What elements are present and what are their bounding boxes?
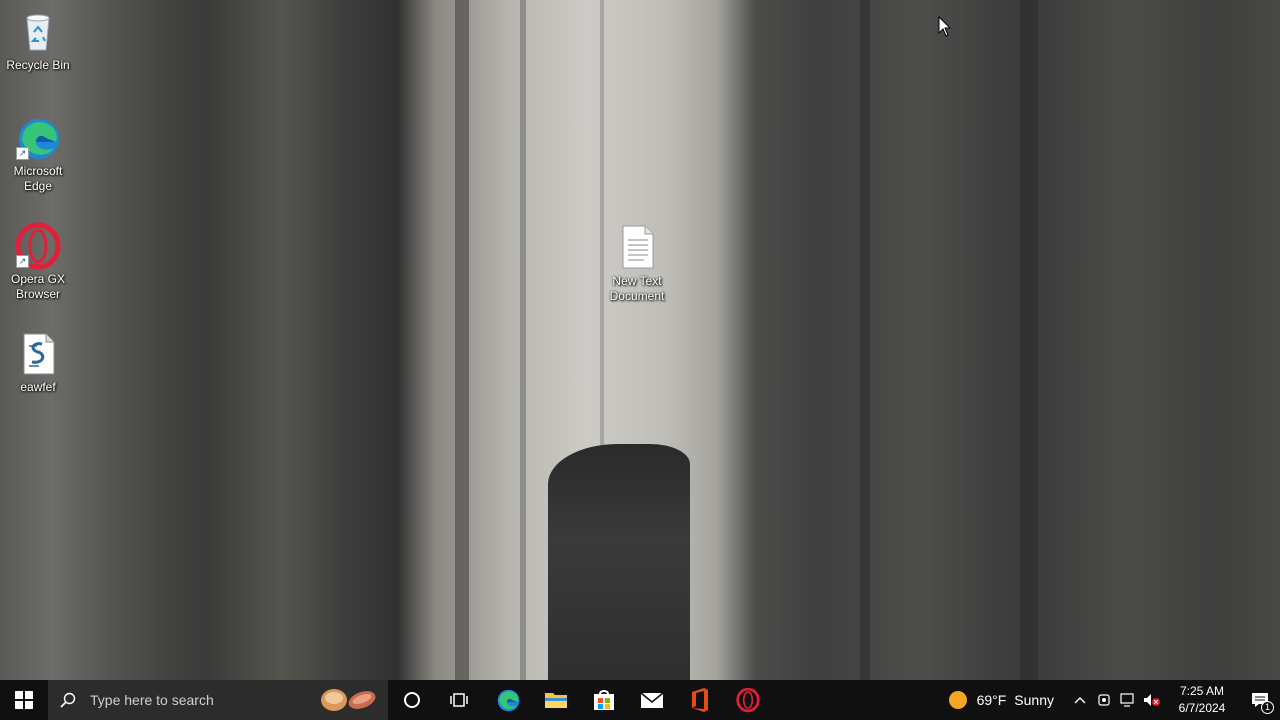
weather-widget[interactable]: 69°F Sunny bbox=[941, 691, 1062, 709]
recycle-bin-icon bbox=[14, 8, 62, 56]
rock-crack bbox=[860, 0, 870, 680]
chevron-up-icon bbox=[1074, 697, 1086, 704]
shortcut-arrow-icon: ↗ bbox=[16, 255, 29, 268]
desktop-icon-label: Opera GX Browser bbox=[10, 272, 66, 301]
opera-gx-icon: ↗ bbox=[14, 222, 62, 270]
volume-muted-icon bbox=[1144, 694, 1160, 706]
rock-outcrop bbox=[548, 444, 690, 680]
shortcut-arrow-icon: ↗ bbox=[16, 147, 29, 160]
office-icon bbox=[692, 688, 708, 712]
text-document-icon bbox=[613, 224, 661, 272]
weather-temp: 69°F bbox=[976, 692, 1007, 708]
desktop-icon-recycle-bin[interactable]: Recycle Bin bbox=[0, 8, 76, 73]
taskbar-opera-gx-button[interactable] bbox=[724, 680, 772, 720]
clock-time: 7:25 AM bbox=[1179, 684, 1225, 698]
opera-gx-icon bbox=[736, 687, 760, 713]
desktop-icon-label: eawfef bbox=[20, 380, 56, 394]
task-view-button[interactable] bbox=[436, 680, 484, 720]
taskbar-clock[interactable]: 7:25 AM 6/7/2024 bbox=[1164, 683, 1240, 717]
show-hidden-icons-button[interactable] bbox=[1068, 680, 1092, 720]
cortana-button[interactable] bbox=[388, 680, 436, 720]
desktop-icon-edge[interactable]: ↗ Microsoft Edge bbox=[0, 114, 76, 194]
folder-icon bbox=[545, 693, 567, 708]
network-icon bbox=[1120, 693, 1134, 707]
task-view-icon bbox=[450, 693, 468, 707]
script-file-icon bbox=[14, 330, 62, 378]
taskbar-office-button[interactable] bbox=[676, 680, 724, 720]
desktop-wallpaper bbox=[0, 0, 1280, 680]
search-input[interactable] bbox=[88, 691, 312, 709]
system-tray: 69°F Sunny 7:25 AM 6/7/2024 1 bbox=[941, 680, 1280, 720]
store-bag-icon bbox=[594, 690, 614, 710]
notification-count-badge: 1 bbox=[1261, 701, 1274, 714]
network-button[interactable] bbox=[1116, 680, 1140, 720]
meet-now-button[interactable] bbox=[1092, 680, 1116, 720]
mail-icon bbox=[640, 692, 664, 708]
volume-button[interactable] bbox=[1140, 680, 1164, 720]
taskbar-file-explorer-button[interactable] bbox=[532, 680, 580, 720]
taskbar-edge-button[interactable] bbox=[484, 680, 532, 720]
sun-icon bbox=[948, 691, 967, 709]
weather-condition: Sunny bbox=[1014, 692, 1054, 708]
edge-icon bbox=[497, 689, 520, 712]
cortana-circle-icon bbox=[404, 692, 420, 708]
search-highlight-icon bbox=[318, 686, 378, 719]
edge-icon: ↗ bbox=[14, 114, 62, 162]
rock-crack bbox=[520, 0, 526, 680]
desktop-icon-label: Recycle Bin bbox=[6, 58, 70, 72]
desktop-icon-eawfef[interactable]: eawfef bbox=[0, 330, 76, 395]
windows-start-icon bbox=[15, 691, 33, 709]
taskbar: 69°F Sunny bbox=[0, 680, 1280, 720]
action-center-button[interactable]: 1 bbox=[1240, 680, 1280, 720]
desktop-icon-new-text-document[interactable]: New Text Document bbox=[599, 224, 675, 304]
taskbar-mail-button[interactable] bbox=[628, 680, 676, 720]
search-icon bbox=[60, 692, 76, 708]
taskbar-search-box[interactable] bbox=[48, 680, 388, 720]
taskbar-store-button[interactable] bbox=[580, 680, 628, 720]
desktop-icon-opera-gx[interactable]: ↗ Opera GX Browser bbox=[0, 222, 76, 302]
clock-date: 6/7/2024 bbox=[1178, 701, 1226, 715]
desktop-icon-label: New Text Document bbox=[609, 274, 665, 303]
start-button[interactable] bbox=[0, 680, 48, 720]
meet-now-icon bbox=[1098, 694, 1110, 706]
rock-crack bbox=[1020, 0, 1038, 680]
desktop-icon-label: Microsoft Edge bbox=[13, 164, 63, 193]
mouse-cursor-icon bbox=[938, 16, 952, 37]
rock-crack bbox=[455, 0, 469, 680]
